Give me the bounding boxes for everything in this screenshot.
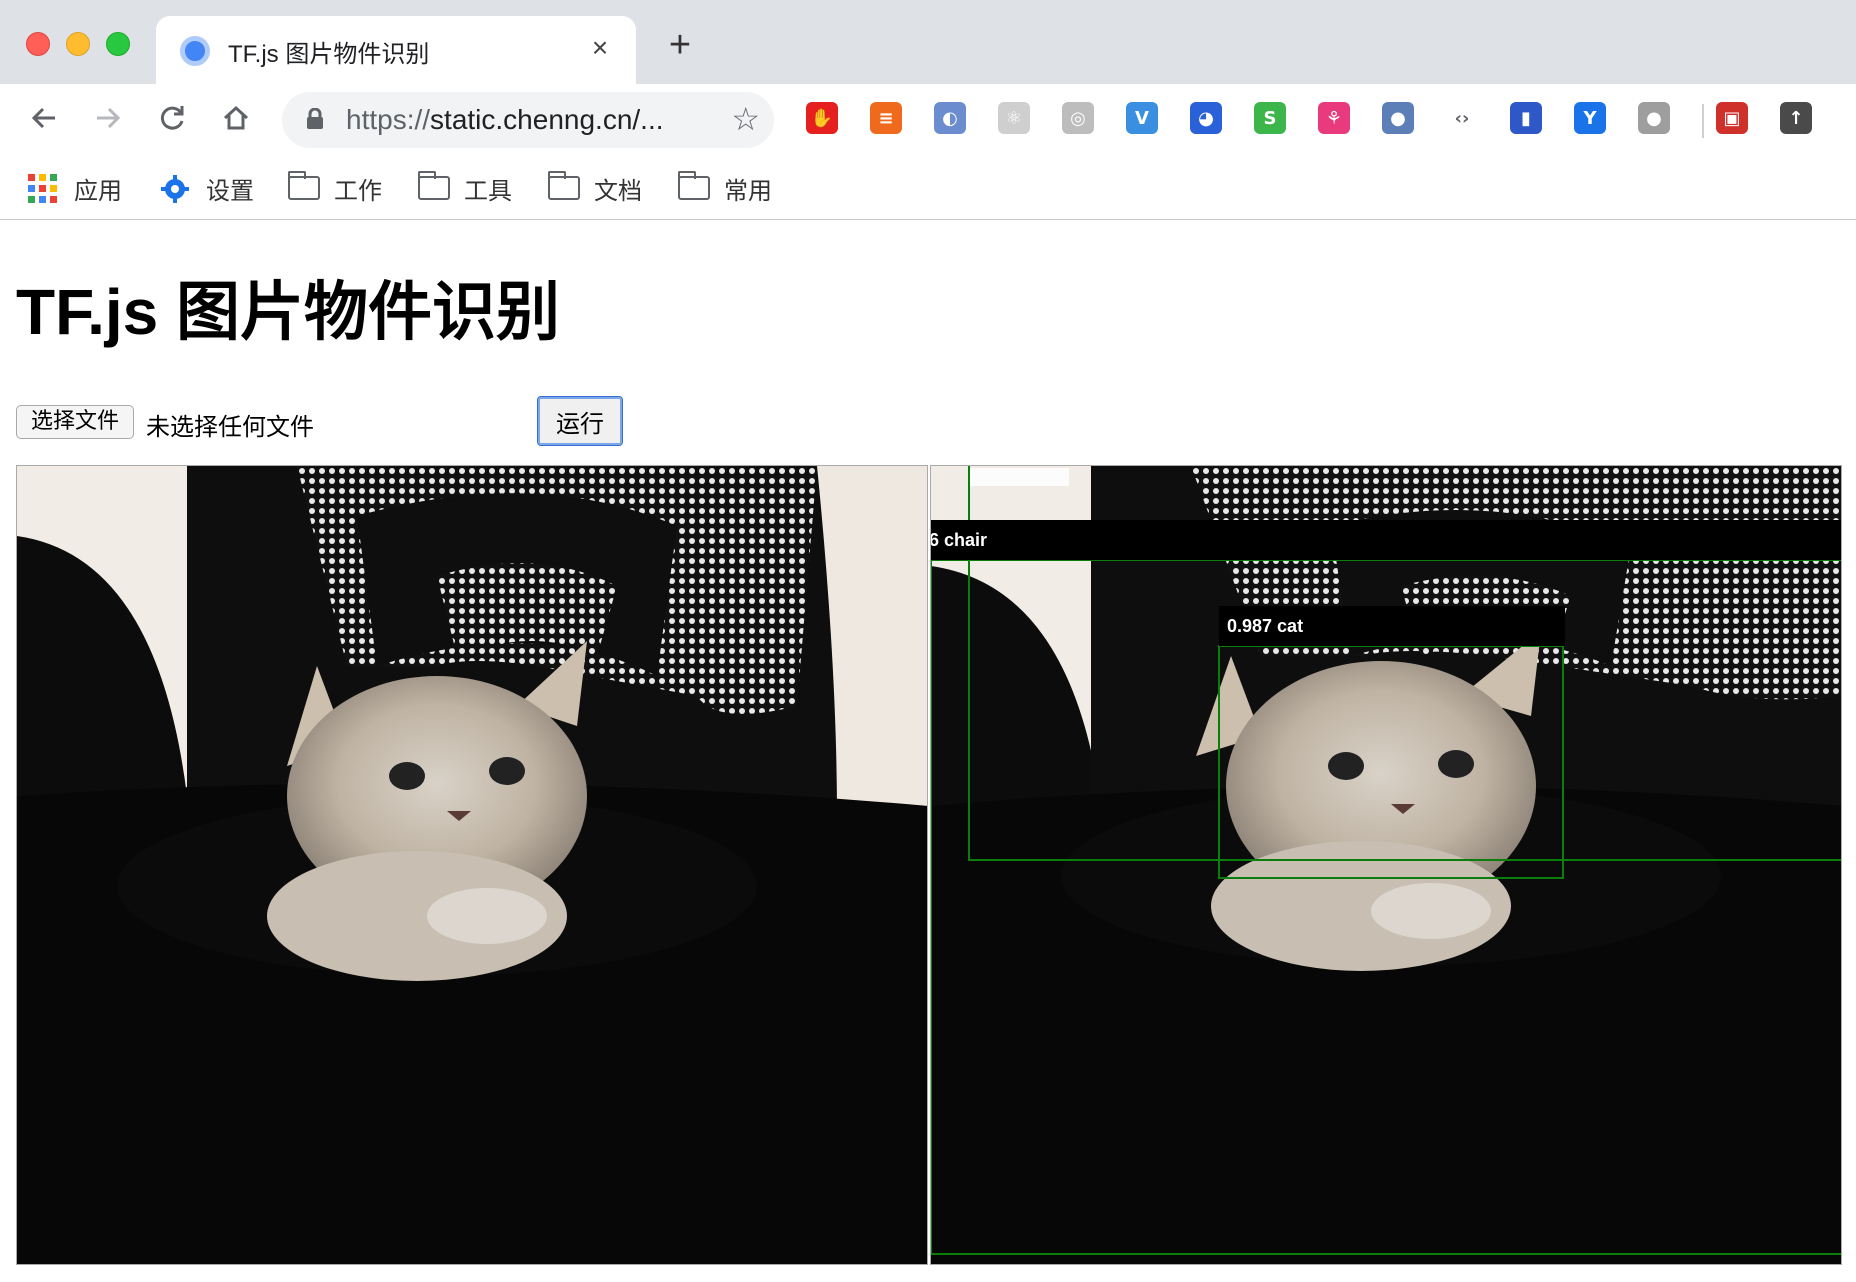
bookmarks-bar: 应用 设置 工作 工具 文档 常用 — [0, 158, 1856, 220]
chrome-favicon-icon — [180, 36, 210, 66]
chair-detection-label: 6 chair — [931, 520, 1841, 560]
bookmark-apps[interactable]: 应用 — [28, 168, 122, 208]
react-devtools-icon[interactable]: ⚛ — [998, 102, 1030, 134]
address-bar[interactable]: https://static.chenng.cn/... ☆ — [282, 92, 774, 148]
file-status-text: 未选择任何文件 — [146, 414, 314, 441]
s-extension-icon[interactable]: S — [1254, 102, 1286, 134]
web-page: TF.js 图片物件识别 选择文件 未选择任何文件 运行 6 chair 0.9… — [0, 221, 1856, 1282]
detection-canvas: 6 chair 0.987 cat — [930, 465, 1842, 1265]
y-extension-icon[interactable]: Y — [1574, 102, 1606, 134]
bookmark-settings-label: 设置 — [206, 177, 254, 205]
bookmark-star-icon[interactable]: ☆ — [731, 102, 760, 136]
forward-arrow-icon[interactable] — [86, 96, 130, 140]
lighthouse-extension-icon[interactable]: ▮ — [1510, 102, 1542, 134]
cat-detection-label: 0.987 cat — [1219, 606, 1565, 646]
vimium-extension-icon[interactable]: V — [1126, 102, 1158, 134]
bookmark-folder-work[interactable]: 工作 — [288, 168, 382, 208]
target-extension-icon[interactable]: ◎ — [1062, 102, 1094, 134]
tab-strip: TF.js 图片物件识别 × + — [0, 0, 1856, 84]
apps-grid-icon — [28, 174, 60, 203]
home-icon[interactable] — [214, 96, 258, 140]
adblock-extension-icon[interactable]: ✋ — [806, 102, 838, 134]
detected-photo — [931, 466, 1841, 1264]
pink-extension-icon[interactable]: ⚘ — [1318, 102, 1350, 134]
folder-icon — [548, 171, 580, 200]
octotree-extension-icon[interactable]: ◕ — [1190, 102, 1222, 134]
orbit-extension-icon[interactable]: ◐ — [934, 102, 966, 134]
bookmark-folder-common[interactable]: 常用 — [678, 168, 772, 208]
folder-icon — [678, 171, 710, 200]
cat-on-chair-photo — [17, 466, 927, 1264]
choose-file-button[interactable]: 选择文件 — [16, 405, 135, 439]
bookmark-folder-label: 文档 — [594, 177, 642, 205]
window-maximize-button[interactable] — [106, 32, 130, 56]
bookmark-folder-label: 常用 — [724, 177, 772, 205]
reload-icon[interactable] — [150, 96, 194, 140]
bookmark-apps-label: 应用 — [74, 177, 122, 205]
url-text: https://static.chenng.cn/... — [346, 104, 664, 136]
bookmark-folder-tools[interactable]: 工具 — [418, 168, 512, 208]
bookmark-settings[interactable]: 设置 — [160, 168, 254, 208]
lock-icon — [306, 107, 324, 130]
code-extension-icon[interactable]: ‹› — [1446, 102, 1478, 134]
folder-icon — [288, 171, 320, 200]
back-arrow-icon[interactable] — [22, 96, 66, 140]
window-close-button[interactable] — [26, 32, 50, 56]
window-minimize-button[interactable] — [66, 32, 90, 56]
upload-extension-icon[interactable]: ↑ — [1780, 102, 1812, 134]
screen-extension-icon[interactable]: ▣ — [1716, 102, 1748, 134]
url-host: static.chenng.cn/... — [430, 104, 664, 135]
url-scheme: https:// — [346, 104, 431, 135]
tab-close-icon[interactable]: × — [582, 30, 618, 66]
page-title: TF.js 图片物件识别 — [16, 276, 561, 348]
active-tab[interactable]: TF.js 图片物件识别 × — [156, 16, 636, 84]
bookmark-folder-docs[interactable]: 文档 — [548, 168, 642, 208]
folder-icon — [418, 171, 450, 200]
bookmark-folder-label: 工作 — [334, 177, 382, 205]
gear-icon — [160, 174, 192, 203]
green-dot-extension-icon[interactable]: ● — [1638, 102, 1670, 134]
bookmark-folder-label: 工具 — [464, 177, 512, 205]
globe-extension-icon[interactable]: ● — [1382, 102, 1414, 134]
run-button[interactable]: 运行 — [537, 396, 623, 446]
source-image — [16, 465, 928, 1265]
new-tab-button[interactable]: + — [660, 26, 700, 66]
toolbar-divider — [1702, 104, 1704, 138]
cat-figure — [267, 641, 587, 981]
browser-toolbar: https://static.chenng.cn/... ☆ ✋ ≡ ◐ ⚛ ◎ V ◕ S ⚘… — [0, 84, 1856, 158]
tab-title: TF.js 图片物件识别 — [228, 41, 430, 68]
stack-extension-icon[interactable]: ≡ — [870, 102, 902, 134]
